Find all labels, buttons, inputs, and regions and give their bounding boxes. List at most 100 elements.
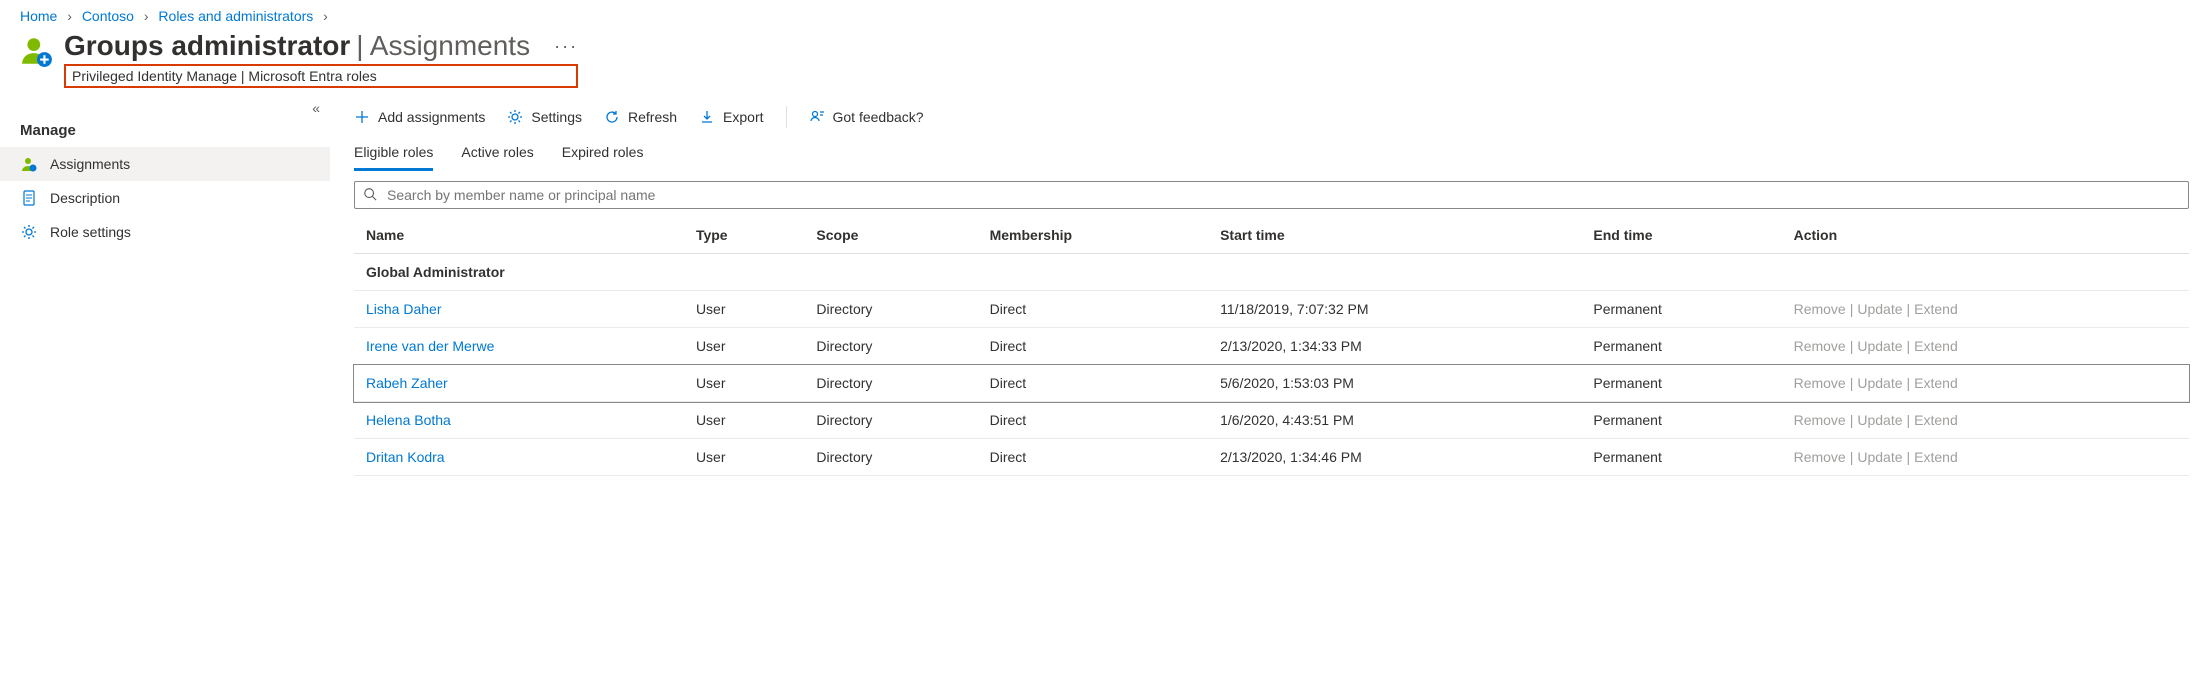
more-icon[interactable]: ··· <box>554 36 578 57</box>
feedback-icon <box>809 109 825 125</box>
update-action[interactable]: Update <box>1857 375 1902 391</box>
member-name-link[interactable]: Rabeh Zaher <box>366 375 448 391</box>
col-name[interactable]: Name <box>354 217 684 254</box>
assignments-table: Name Type Scope Membership Start time En… <box>354 217 2189 476</box>
cell-membership: Direct <box>978 365 1208 402</box>
col-scope[interactable]: Scope <box>804 217 977 254</box>
breadcrumb-contoso[interactable]: Contoso <box>82 8 134 24</box>
update-action[interactable]: Update <box>1857 301 1902 317</box>
cell-end: Permanent <box>1581 365 1781 402</box>
cell-start: 2/13/2020, 1:34:46 PM <box>1208 439 1581 476</box>
member-name-link[interactable]: Irene van der Merwe <box>366 338 494 354</box>
toolbar-label: Got feedback? <box>833 109 924 125</box>
cell-type: User <box>684 291 804 328</box>
col-start[interactable]: Start time <box>1208 217 1581 254</box>
chevron-right-icon: › <box>144 8 149 24</box>
refresh-icon <box>604 109 620 125</box>
table-row[interactable]: Lisha Daher UserDirectoryDirect11/18/2019… <box>354 291 2189 328</box>
search-input[interactable] <box>385 186 2180 204</box>
toolbar: Add assignments Settings Refresh Export … <box>354 100 2189 138</box>
extend-action[interactable]: Extend <box>1914 375 1958 391</box>
page-subtitle: Privileged Identity Manage | Microsoft E… <box>64 64 578 88</box>
cell-name: Irene van der Merwe <box>354 328 684 365</box>
table-row[interactable]: Dritan KodraUserDirectoryDirect2/13/2020… <box>354 439 2189 476</box>
col-type[interactable]: Type <box>684 217 804 254</box>
settings-button[interactable]: Settings <box>507 109 582 125</box>
cell-scope: Directory <box>804 291 977 328</box>
cell-start: 1/6/2020, 4:43:51 PM <box>1208 402 1581 439</box>
breadcrumb-home[interactable]: Home <box>20 8 57 24</box>
gear-icon <box>507 109 523 125</box>
search-icon <box>363 187 377 204</box>
cell-scope: Directory <box>804 402 977 439</box>
sidebar-item-assignments[interactable]: Assignments <box>0 147 330 181</box>
extend-action[interactable]: Extend <box>1914 449 1958 465</box>
cell-actions: Remove|Update|Extend <box>1782 328 2189 365</box>
sidebar: « Manage Assignments Description Role se… <box>0 100 330 476</box>
sidebar-item-label: Description <box>50 190 120 206</box>
search-box[interactable] <box>354 181 2189 209</box>
tab-eligible-roles[interactable]: Eligible roles <box>354 138 433 171</box>
gear-icon <box>20 223 38 241</box>
table-row[interactable]: Rabeh ZaherUserDirectoryDirect5/6/2020, … <box>354 365 2189 402</box>
table-row[interactable]: Helena BothaUserDirectoryDirect1/6/2020,… <box>354 402 2189 439</box>
tab-active-roles[interactable]: Active roles <box>461 138 533 171</box>
member-name-link[interactable]: Dritan Kodra <box>366 449 445 465</box>
page-title-light: | Assignments <box>356 30 530 62</box>
table-row[interactable]: Irene van der MerweUserDirectoryDirect2/… <box>354 328 2189 365</box>
user-icon <box>20 155 38 173</box>
sidebar-item-role-settings[interactable]: Role settings <box>0 215 330 249</box>
extend-action[interactable]: Extend <box>1914 412 1958 428</box>
remove-action[interactable]: Remove <box>1794 412 1846 428</box>
col-membership[interactable]: Membership <box>978 217 1208 254</box>
toolbar-label: Refresh <box>628 109 677 125</box>
cell-membership: Direct <box>978 328 1208 365</box>
cell-end: Permanent <box>1581 291 1781 328</box>
remove-action[interactable]: Remove <box>1794 301 1846 317</box>
sidebar-item-description[interactable]: Description <box>0 181 330 215</box>
member-name-link[interactable]: Lisha Daher <box>366 301 442 317</box>
group-header-label: Global Administrator <box>354 254 2189 291</box>
cell-start: 11/18/2019, 7:07:32 PM <box>1208 291 1581 328</box>
sidebar-item-label: Role settings <box>50 224 131 240</box>
add-assignments-button[interactable]: Add assignments <box>354 109 485 125</box>
cell-actions: Remove|Update|Extend <box>1782 439 2189 476</box>
member-name-link[interactable]: Helena Botha <box>366 412 451 428</box>
col-end[interactable]: End time <box>1581 217 1781 254</box>
export-button[interactable]: Export <box>699 109 763 125</box>
sidebar-item-label: Assignments <box>50 156 130 172</box>
remove-action[interactable]: Remove <box>1794 338 1846 354</box>
refresh-button[interactable]: Refresh <box>604 109 677 125</box>
sidebar-heading: Manage <box>0 104 330 147</box>
breadcrumb-roles[interactable]: Roles and administrators <box>158 8 313 24</box>
table-header-row: Name Type Scope Membership Start time En… <box>354 217 2189 254</box>
update-action[interactable]: Update <box>1857 449 1902 465</box>
extend-action[interactable]: Extend <box>1914 301 1958 317</box>
cell-end: Permanent <box>1581 439 1781 476</box>
extend-action[interactable]: Extend <box>1914 338 1958 354</box>
chevron-right-icon: › <box>323 8 328 24</box>
cell-scope: Directory <box>804 365 977 402</box>
chevron-right-icon: › <box>67 8 72 24</box>
remove-action[interactable]: Remove <box>1794 375 1846 391</box>
toolbar-label: Export <box>723 109 763 125</box>
cell-membership: Direct <box>978 291 1208 328</box>
page-title-row: Groups administrator | Assignments ··· P… <box>0 28 2209 88</box>
plus-icon <box>354 109 370 125</box>
download-icon <box>699 109 715 125</box>
update-action[interactable]: Update <box>1857 412 1902 428</box>
toolbar-label: Add assignments <box>378 109 485 125</box>
cell-type: User <box>684 365 804 402</box>
breadcrumb: Home › Contoso › Roles and administrator… <box>0 0 2209 28</box>
collapse-sidebar-icon[interactable]: « <box>312 100 320 116</box>
feedback-button[interactable]: Got feedback? <box>809 109 924 125</box>
update-action[interactable]: Update <box>1857 338 1902 354</box>
remove-action[interactable]: Remove <box>1794 449 1846 465</box>
col-action[interactable]: Action <box>1782 217 2189 254</box>
role-user-icon <box>20 34 54 68</box>
cell-membership: Direct <box>978 402 1208 439</box>
toolbar-separator <box>786 106 787 128</box>
tab-expired-roles[interactable]: Expired roles <box>562 138 644 171</box>
cell-end: Permanent <box>1581 328 1781 365</box>
cell-name: Lisha Daher <box>354 291 684 328</box>
